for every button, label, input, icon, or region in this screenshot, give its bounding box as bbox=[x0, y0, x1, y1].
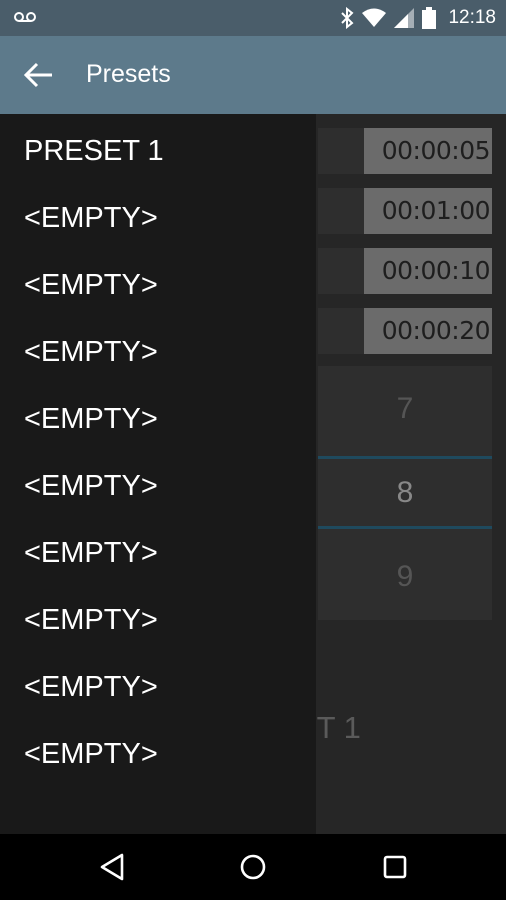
drawer-item[interactable]: <EMPTY> bbox=[24, 469, 158, 503]
picker-divider bbox=[318, 526, 492, 529]
drawer-item[interactable]: <EMPTY> bbox=[24, 737, 158, 771]
time-row: 00:00:05 bbox=[318, 128, 492, 174]
system-nav-bar bbox=[0, 834, 506, 900]
picker-divider bbox=[318, 456, 492, 459]
back-triangle-icon[interactable] bbox=[98, 852, 128, 882]
drawer-item[interactable]: PRESET 1 bbox=[24, 134, 164, 168]
arrow-back-icon[interactable] bbox=[24, 62, 54, 88]
number-picker[interactable]: 7 8 9 bbox=[318, 366, 492, 620]
clock: 12:18 bbox=[448, 7, 496, 28]
time-value[interactable]: 00:00:10 bbox=[364, 248, 492, 294]
app-bar: Presets bbox=[0, 36, 506, 114]
status-bar: 12:18 bbox=[0, 0, 506, 36]
bluetooth-icon bbox=[341, 7, 354, 29]
recents-square-icon[interactable] bbox=[380, 852, 410, 882]
page-title: Presets bbox=[86, 60, 171, 88]
signal-icon bbox=[394, 8, 415, 28]
drawer-item[interactable]: <EMPTY> bbox=[24, 335, 158, 369]
time-row: 00:01:00 bbox=[318, 188, 492, 234]
drawer-item[interactable]: <EMPTY> bbox=[24, 402, 158, 436]
wifi-icon bbox=[362, 8, 387, 27]
picker-prev[interactable]: 7 bbox=[318, 392, 492, 426]
presets-drawer: PRESET 1 <EMPTY> <EMPTY> <EMPTY> <EMPTY>… bbox=[0, 114, 316, 834]
picker-next[interactable]: 9 bbox=[318, 560, 492, 594]
picker-current[interactable]: 8 bbox=[318, 476, 492, 510]
drawer-item[interactable]: <EMPTY> bbox=[24, 670, 158, 704]
time-value[interactable]: 00:00:05 bbox=[364, 128, 492, 174]
battery-icon bbox=[422, 7, 437, 29]
time-row: 00:00:10 bbox=[318, 248, 492, 294]
drawer-item[interactable]: <EMPTY> bbox=[24, 603, 158, 637]
time-row: 00:00:20 bbox=[318, 308, 492, 354]
status-icons: 12:18 bbox=[340, 0, 496, 36]
home-circle-icon[interactable] bbox=[238, 852, 268, 882]
drawer-item[interactable]: <EMPTY> bbox=[24, 536, 158, 570]
voicemail-icon bbox=[14, 12, 36, 22]
time-value[interactable]: 00:01:00 bbox=[364, 188, 492, 234]
time-value[interactable]: 00:00:20 bbox=[364, 308, 492, 354]
drawer-item[interactable]: <EMPTY> bbox=[24, 268, 158, 302]
drawer-item[interactable]: <EMPTY> bbox=[24, 201, 158, 235]
